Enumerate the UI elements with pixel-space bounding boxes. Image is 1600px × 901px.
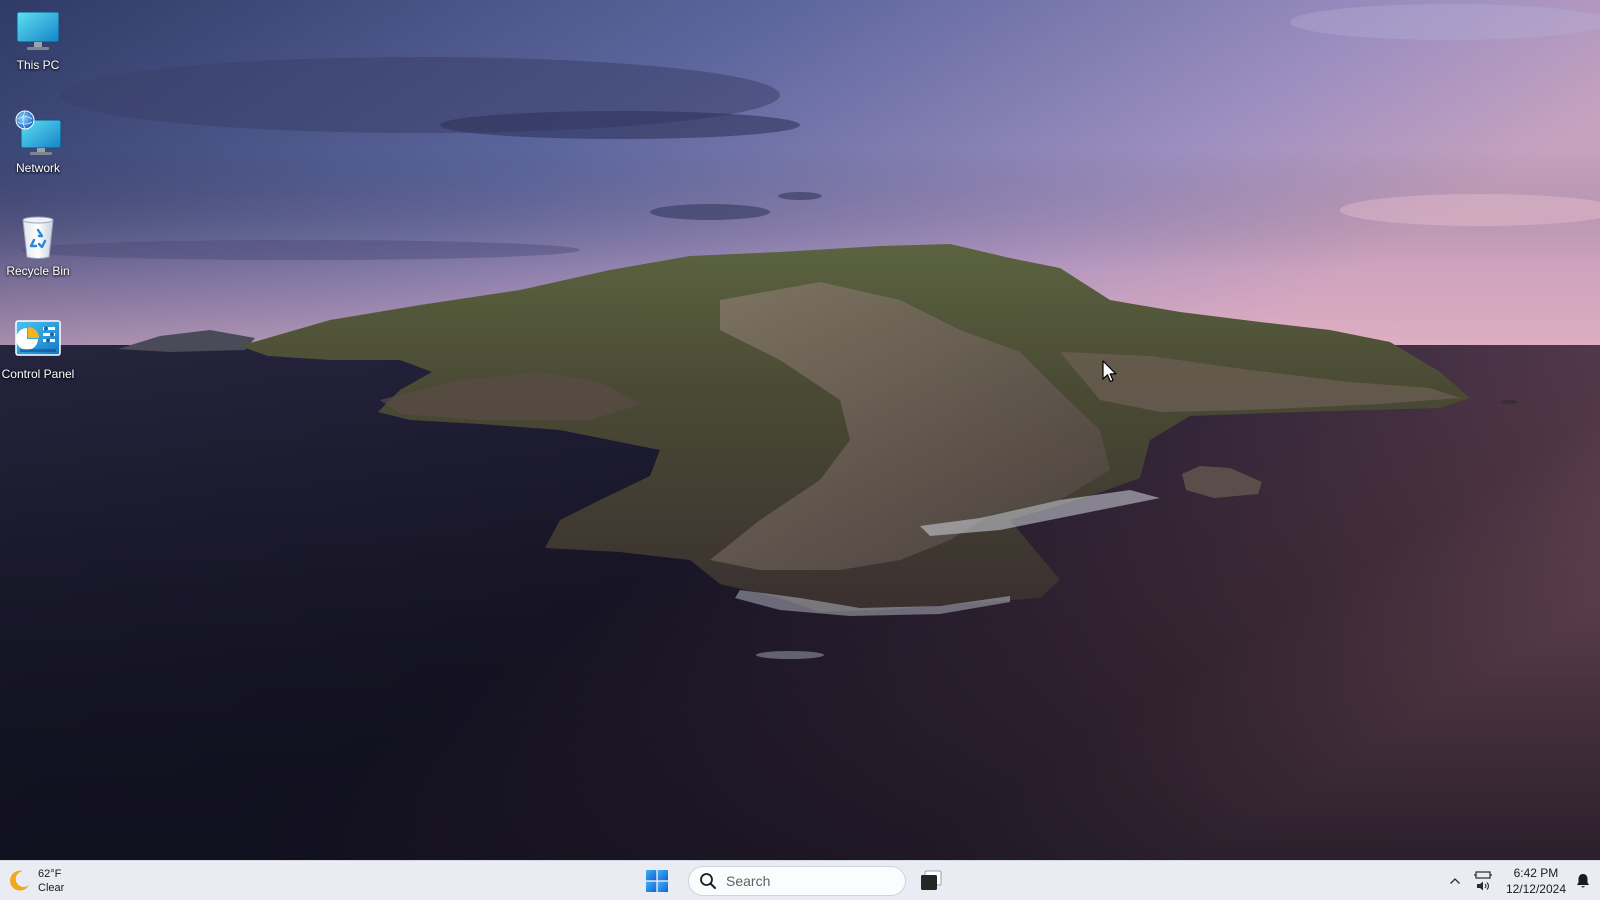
control-panel-icon	[13, 315, 63, 365]
recycle-bin-icon	[13, 212, 63, 262]
desktop: This PC Network Recycle Bin Control Pane…	[0, 0, 1600, 860]
quick-settings-button[interactable]	[1466, 866, 1500, 896]
mouse-cursor-icon	[1102, 360, 1117, 383]
desktop-icon-control-panel[interactable]: Control Panel	[0, 315, 76, 403]
search-icon	[700, 873, 716, 889]
weather-widget[interactable]: 62°F Clear	[6, 865, 64, 897]
notifications-button[interactable]	[1566, 866, 1600, 896]
chevron-up-icon	[1449, 878, 1460, 884]
task-view-icon	[921, 870, 942, 890]
desktop-icon-label: This PC	[16, 58, 60, 72]
system-tray: 6:42 PM 12/12/2024	[1444, 861, 1600, 901]
search-box[interactable]: Search	[688, 866, 906, 896]
network-globe-icon	[13, 109, 63, 159]
weather-condition: Clear	[38, 882, 65, 894]
desktop-icon-label: Control Panel	[1, 367, 75, 381]
task-view-button[interactable]	[918, 869, 944, 893]
monitor-icon	[13, 6, 63, 56]
bell-icon	[1577, 874, 1589, 888]
speaker-icon	[1476, 881, 1489, 891]
search-placeholder: Search	[726, 873, 771, 889]
weather-text: 62°F Clear	[38, 867, 64, 895]
start-button[interactable]	[644, 868, 670, 894]
moon-icon	[10, 870, 30, 891]
desktop-icon-label: Recycle Bin	[6, 264, 70, 278]
desktop-icon-recycle-bin[interactable]: Recycle Bin	[0, 212, 76, 300]
clock[interactable]: 6:42 PM 12/12/2024	[1506, 865, 1566, 897]
network-icon	[1473, 871, 1492, 879]
weather-temperature: 62°F	[38, 868, 62, 880]
desktop-icon-label: Network	[15, 161, 60, 175]
desktop-icon-this-pc[interactable]: This PC	[0, 6, 76, 94]
wallpaper-image	[0, 0, 1600, 860]
desktop-icon-network[interactable]: Network	[0, 109, 76, 197]
show-hidden-icons-button[interactable]	[1444, 866, 1466, 896]
clock-time: 6:42 PM	[1513, 866, 1559, 880]
windows-logo-icon	[646, 870, 668, 892]
clock-date: 12/12/2024	[1505, 882, 1566, 896]
taskbar: 62°F Clear Search 6:42 PM 12/12/2024	[0, 860, 1600, 900]
